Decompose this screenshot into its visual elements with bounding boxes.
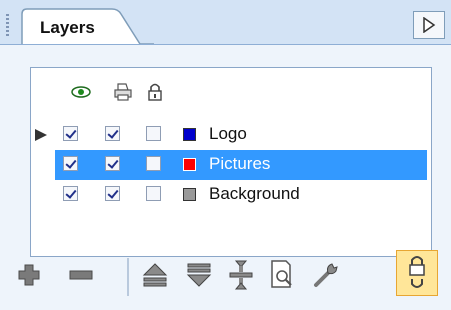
padlock-icon[interactable] [147, 82, 163, 102]
layer-printable-checkbox[interactable] [105, 126, 120, 141]
triangle-right-icon [423, 17, 436, 33]
layer-locked-checkbox[interactable] [146, 126, 161, 141]
add-layer-button[interactable] [10, 255, 50, 295]
lock-layer-icon [409, 256, 425, 288]
layer-list: Logo Pictures Background [30, 67, 432, 257]
lock-layer-button[interactable] [396, 250, 438, 296]
panel-menu-button[interactable] [413, 11, 445, 39]
printer-icon[interactable] [113, 82, 133, 102]
layer-locked-checkbox[interactable] [146, 156, 161, 171]
drag-grip[interactable] [6, 14, 9, 36]
layer-properties-button[interactable] [262, 255, 302, 295]
layer-printable-checkbox[interactable] [105, 186, 120, 201]
tab-layers-label: Layers [40, 18, 95, 37]
layer-row-pictures[interactable]: Pictures [31, 150, 431, 180]
layer-name: Background [209, 184, 300, 203]
merge-layers-button[interactable] [222, 255, 262, 295]
layer-row-background[interactable]: Background [31, 180, 431, 210]
layer-color-swatch [183, 128, 196, 141]
remove-layer-icon [69, 270, 93, 280]
layer-locked-checkbox[interactable] [146, 186, 161, 201]
layers-panel: Layers Logo Pictures Background [0, 0, 451, 310]
layer-visible-checkbox[interactable] [63, 156, 78, 171]
move-layer-up-button[interactable] [136, 255, 176, 295]
layer-properties-icon [271, 260, 292, 288]
toolbar-separator [127, 258, 129, 296]
layer-printable-checkbox[interactable] [105, 156, 120, 171]
current-layer-arrow-icon [35, 129, 47, 141]
layer-name: Pictures [209, 154, 271, 173]
layer-settings-button[interactable] [306, 255, 346, 295]
move-layer-down-icon [186, 263, 212, 287]
merge-layers-icon [229, 260, 253, 290]
remove-layer-button[interactable] [62, 255, 102, 295]
move-layer-up-icon [142, 263, 168, 287]
layer-visible-checkbox[interactable] [63, 186, 78, 201]
tab-layers[interactable]: Layers [20, 8, 156, 45]
eye-icon[interactable] [69, 82, 93, 102]
layer-color-swatch [183, 188, 196, 201]
tab-strip: Layers [0, 0, 451, 45]
move-layer-down-button[interactable] [180, 255, 220, 295]
layer-name: Logo [209, 124, 247, 143]
layer-settings-icon [314, 263, 338, 287]
add-layer-icon [18, 264, 40, 286]
layer-row-logo[interactable]: Logo [31, 120, 431, 150]
layer-visible-checkbox[interactable] [63, 126, 78, 141]
layer-color-swatch [183, 158, 196, 171]
layer-toolbar [0, 249, 451, 309]
